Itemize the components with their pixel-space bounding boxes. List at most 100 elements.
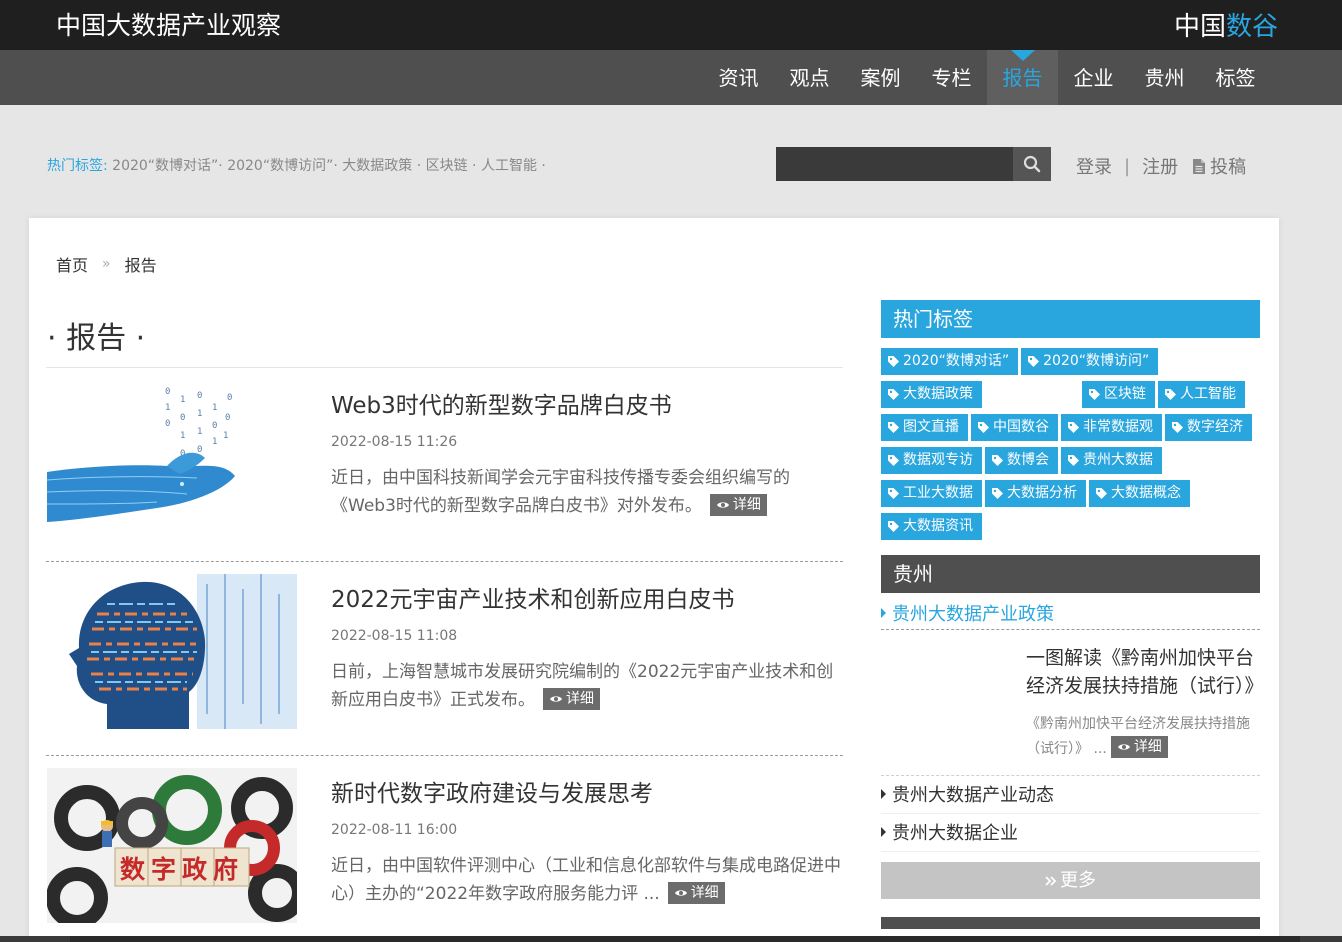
thumb-caption: 数字政府	[120, 855, 244, 884]
tag-item[interactable]: 大数据概念	[1089, 480, 1190, 507]
tag-item[interactable]: 图文直播	[881, 414, 968, 441]
guizhou-heading: 贵州	[881, 555, 1260, 593]
tag-icon	[1028, 356, 1040, 367]
tag-label: 大数据分析	[1007, 485, 1077, 501]
tag-item[interactable]: 贵州大数据	[1061, 447, 1162, 474]
detail-button[interactable]: 详细	[709, 494, 767, 516]
search-button[interactable]	[1013, 147, 1051, 181]
tag-icon	[978, 422, 989, 433]
tag-icon	[888, 521, 899, 532]
nav-item-cases[interactable]: 案例	[845, 50, 916, 105]
caret-right-icon	[881, 608, 886, 618]
tag-label: 贵州大数据	[1083, 452, 1153, 468]
site-title[interactable]: 中国大数据产业观察	[56, 6, 281, 42]
caret-right-icon	[881, 827, 886, 837]
nav-item-companies[interactable]: 企业	[1058, 50, 1129, 105]
more-button[interactable]: 更多	[881, 862, 1260, 899]
tag-item[interactable]: 数据观专访	[881, 447, 982, 474]
detail-button[interactable]: 详细	[667, 882, 725, 904]
article-thumbnail[interactable]: 010 1010 0110 101 001	[47, 380, 297, 535]
search-input[interactable]	[776, 147, 1013, 181]
tag-item[interactable]: 大数据资讯	[881, 513, 982, 540]
svg-text:0: 0	[227, 393, 232, 403]
user-links-separator: |	[1124, 155, 1131, 177]
svg-text:0: 0	[225, 413, 230, 423]
tag-icon	[1068, 455, 1079, 466]
svg-text:0: 0	[165, 387, 170, 397]
nav-item-guizhou[interactable]: 贵州	[1129, 50, 1200, 105]
nav-item-columns[interactable]: 专栏	[916, 50, 987, 105]
article-title[interactable]: 2022元宇宙产业技术和创新应用白皮书	[331, 580, 735, 614]
breadcrumb-home[interactable]: 首页	[56, 252, 88, 276]
tag-icon	[1096, 488, 1107, 499]
breadcrumb-current[interactable]: 报告	[125, 252, 157, 276]
tag-item[interactable]: 2020“数博访问”	[1021, 348, 1159, 375]
tag-label: 区块链	[1104, 386, 1146, 402]
detail-label: 详细	[690, 885, 719, 901]
article-item: 2022元宇宙产业技术和创新应用白皮书 2022-08-15 11:08 日前，…	[46, 562, 843, 756]
guizhou-list-item[interactable]: 贵州大数据产业动态	[881, 776, 1260, 814]
page-title: · 报告 ·	[47, 321, 146, 356]
nav-item-reports[interactable]: 报告	[987, 50, 1058, 105]
digital-government-image: 数字政府	[47, 768, 297, 923]
article-summary: 日前，上海智慧城市发展研究院编制的《2022元宇宙产业技术和创新应用白皮书》正式…	[331, 658, 843, 714]
digital-hand-image: 010 1010 0110 101 001	[47, 380, 297, 535]
tag-item[interactable]: 工业大数据	[881, 480, 982, 507]
tag-label: 非常数据观	[1083, 419, 1153, 435]
svg-text:0: 0	[212, 421, 217, 431]
search-box	[776, 147, 1051, 181]
tag-item[interactable]: 大数据政策	[881, 381, 982, 408]
tag-item[interactable]: 数博会	[985, 447, 1058, 474]
tag-cloud: 2020“数博对话” 2020“数博访问” 大数据政策 区块链 人工智能 图文直…	[881, 338, 1260, 546]
article-date: 2022-08-15 11:08	[331, 628, 458, 644]
article-thumbnail[interactable]	[47, 574, 297, 729]
guizhou-feature-title[interactable]: 一图解读《黔南州加快平台经济发展扶持措施（试行）》	[1026, 644, 1264, 700]
tag-icon	[888, 488, 899, 499]
detail-button[interactable]: 详细	[1110, 736, 1168, 758]
metaverse-head-image	[47, 574, 297, 729]
scrollbar-thumb[interactable]	[70, 936, 1300, 942]
main-nav: 资讯 观点 案例 专栏 报告 企业 贵州 标签	[703, 50, 1271, 105]
tag-label: 大数据政策	[903, 386, 973, 402]
guizhou-active-item[interactable]: 贵州大数据产业政策	[881, 600, 1260, 630]
tag-label: 中国数谷	[993, 419, 1049, 435]
user-links: 登录 | 注册 投稿	[1076, 153, 1246, 179]
svg-text:1: 1	[180, 395, 185, 405]
tag-item[interactable]: 数字经济	[1165, 414, 1252, 441]
nav-item-tags[interactable]: 标签	[1200, 50, 1271, 105]
tag-icon	[1165, 389, 1176, 400]
eye-icon	[674, 890, 687, 896]
submit-link[interactable]: 投稿	[1192, 153, 1246, 179]
search-icon	[1023, 155, 1041, 173]
sidebar: 热门标签 2020“数博对话” 2020“数博访问” 大数据政策 区块链 人工智…	[881, 300, 1264, 929]
document-icon	[1193, 158, 1206, 174]
eye-icon	[1117, 744, 1130, 750]
article-thumbnail[interactable]: 数字政府	[47, 768, 297, 923]
guizhou-list-item[interactable]: 贵州大数据企业	[881, 814, 1260, 852]
svg-text:1: 1	[212, 403, 217, 413]
tag-item[interactable]: 大数据分析	[985, 480, 1086, 507]
tag-label: 数博会	[1007, 452, 1049, 468]
article-title[interactable]: Web3时代的新型数字品牌白皮书	[331, 386, 672, 420]
nav-item-opinion[interactable]: 观点	[774, 50, 845, 105]
register-link[interactable]: 注册	[1142, 153, 1178, 179]
login-link[interactable]: 登录	[1076, 153, 1112, 179]
tag-item[interactable]: 人工智能	[1158, 381, 1245, 408]
brand-logo[interactable]: 中国数谷	[1174, 6, 1278, 43]
hot-tags-links[interactable]: 2020“数博对话”· 2020“数博访问”· 大数据政策 · 区块链 · 人工…	[112, 158, 546, 174]
tag-label: 数字经济	[1187, 419, 1243, 435]
tag-item[interactable]: 非常数据观	[1061, 414, 1162, 441]
guizhou-feature: 一图解读《黔南州加快平台经济发展扶持措施（试行）》 《黔南州加快平台经济发展扶持…	[881, 630, 1264, 776]
tag-item[interactable]: 2020“数博对话”	[881, 348, 1019, 375]
article-date: 2022-08-15 11:26	[331, 434, 458, 450]
nav-item-news[interactable]: 资讯	[703, 50, 774, 105]
guizhou-list-label: 贵州大数据产业动态	[892, 785, 1054, 806]
detail-button[interactable]: 详细	[543, 688, 600, 710]
horizontal-scrollbar[interactable]	[0, 936, 1342, 942]
tag-item[interactable]: 区块链	[1082, 381, 1155, 408]
tag-label: 数据观专访	[903, 452, 973, 468]
main-nav-bar: 资讯 观点 案例 专栏 报告 企业 贵州 标签	[0, 50, 1342, 105]
tag-item[interactable]: 中国数谷	[971, 414, 1058, 441]
article-title[interactable]: 新时代数字政府建设与发展思考	[331, 774, 653, 808]
next-section-heading	[881, 917, 1260, 929]
